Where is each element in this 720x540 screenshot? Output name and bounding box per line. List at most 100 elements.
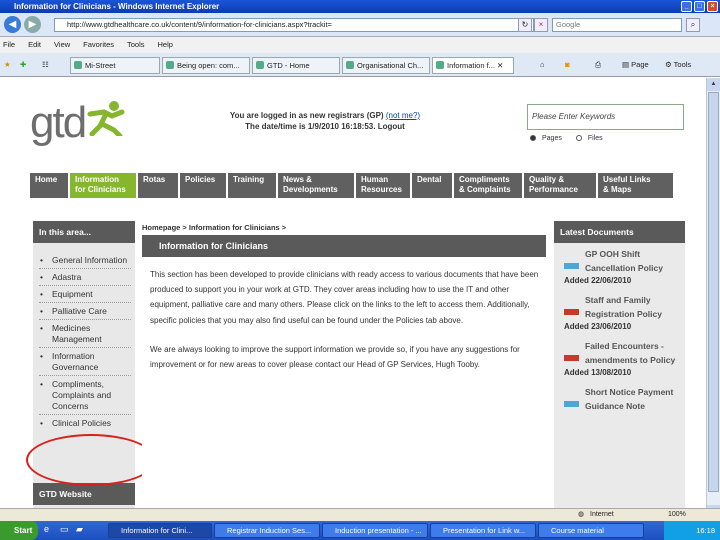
- status-bar: ◍ Internet 100%: [0, 508, 720, 521]
- browser-search-input[interactable]: Google: [552, 18, 682, 32]
- back-icon[interactable]: ◀: [4, 16, 21, 33]
- in-this-area-title: In this area...: [33, 221, 135, 243]
- menu-edit[interactable]: Edit: [28, 37, 41, 53]
- print-icon[interactable]: ⎙: [595, 58, 601, 72]
- document-item[interactable]: GP OOH Shift Cancellation Policy: [554, 243, 685, 275]
- globe-icon: ◍: [578, 511, 585, 518]
- system-tray-clock[interactable]: 16:18: [664, 521, 720, 540]
- taskbar: Start e ▭ ▰ Information for Clini... Reg…: [0, 521, 720, 540]
- login-info: You are logged in as new registrars (GP)…: [180, 110, 470, 132]
- maximize-button[interactable]: □: [694, 1, 705, 12]
- keyword-search-input[interactable]: Please Enter Keywords: [527, 104, 684, 130]
- address-bar: ◀ ▶ http://www.gtdhealthcare.co.uk/conte…: [0, 13, 720, 37]
- breadcrumb[interactable]: Homepage > Information for Clinicians >: [142, 223, 286, 232]
- browser-tab-information[interactable]: Information f... ✕: [432, 57, 514, 74]
- running-figure-icon: [87, 101, 125, 136]
- quicklaunch-ie-icon[interactable]: e: [44, 524, 49, 534]
- zone-text: Internet: [590, 511, 614, 518]
- radio-files[interactable]: Files: [575, 135, 609, 142]
- page-menu[interactable]: ▤ Page: [622, 58, 649, 72]
- web-page: gtd You are logged in as new registrars …: [0, 78, 720, 521]
- left-item-equipment[interactable]: Equipment: [39, 289, 131, 303]
- menu-favorites[interactable]: Favorites: [83, 37, 114, 53]
- document-icon: [564, 401, 579, 407]
- nav-human-resources[interactable]: Human Resources: [356, 173, 412, 198]
- main-body: This section has been developed to provi…: [142, 257, 546, 372]
- nav-useful-links-maps[interactable]: Useful Links & Maps: [598, 173, 673, 198]
- quicklaunch-desktop-icon[interactable]: ▭: [60, 524, 69, 535]
- menu-view[interactable]: View: [54, 37, 70, 53]
- refresh-icon[interactable]: ↻: [518, 18, 532, 32]
- search-scope: Pages Files: [530, 135, 615, 142]
- tab-list-icon[interactable]: ☷: [42, 58, 49, 72]
- login-text: You are logged in as new registrars (GP): [229, 111, 384, 120]
- browser-tab-gtd-home[interactable]: GTD - Home: [252, 57, 340, 74]
- nav-news-developments[interactable]: News & Developments: [278, 173, 356, 198]
- left-item-adastra[interactable]: Adastra: [39, 272, 131, 286]
- main-nav: Home Information for Clinicians Rotas Pol…: [30, 173, 673, 198]
- menu-file[interactable]: File: [3, 37, 15, 53]
- page-scrollbar[interactable]: ▲ ▼: [706, 78, 720, 518]
- zoom-level[interactable]: 100%: [668, 509, 686, 521]
- document-icon: [564, 263, 579, 269]
- in-this-area-list: General Information Adastra Equipment Pa…: [33, 243, 135, 431]
- task-course-material[interactable]: Course material: [538, 523, 644, 538]
- nav-information-for-clinicians[interactable]: Information for Clinicians: [70, 173, 138, 198]
- window-titlebar: Information for Clinicians - Windows Int…: [0, 0, 720, 13]
- search-icon[interactable]: ⌕: [686, 18, 700, 32]
- task-induction-presentation[interactable]: Induction presentation - ...: [322, 523, 428, 538]
- feeds-icon[interactable]: ◙: [565, 58, 570, 72]
- datetime-text: The date/time is 1/9/2010 16:18:53.: [245, 122, 376, 131]
- browser-tab-being-open[interactable]: Being open: com...: [162, 57, 250, 74]
- gtd-website-header[interactable]: GTD Website: [33, 483, 135, 505]
- scroll-up-icon[interactable]: ▲: [707, 78, 720, 91]
- nav-home[interactable]: Home: [30, 173, 70, 198]
- minimize-button[interactable]: _: [681, 1, 692, 12]
- left-item-palliative-care[interactable]: Palliative Care: [39, 306, 131, 320]
- gtd-logo[interactable]: gtd: [30, 98, 87, 148]
- menu-help[interactable]: Help: [158, 37, 173, 53]
- favorites-star-icon[interactable]: ★: [4, 58, 11, 72]
- nav-dental[interactable]: Dental: [412, 173, 454, 198]
- main-content: Information for Clinicians This section …: [142, 235, 546, 505]
- document-item[interactable]: Short Notice Payment Guidance Note: [554, 381, 685, 413]
- nav-training[interactable]: Training: [228, 173, 278, 198]
- document-item[interactable]: Failed Encounters - amendments to Policy: [554, 335, 685, 367]
- browser-tab-bar: ★ ✚ ☷ Mi-Street Being open: com... GTD -…: [0, 53, 720, 77]
- add-favorite-icon[interactable]: ✚: [20, 58, 26, 72]
- left-item-compliments-complaints[interactable]: Compliments, Complaints and Concerns: [39, 379, 131, 415]
- logout-link[interactable]: Logout: [378, 122, 405, 131]
- start-button[interactable]: Start: [0, 521, 38, 540]
- task-presentation-link[interactable]: Presentation for Link w...: [430, 523, 536, 538]
- left-item-general-information[interactable]: General Information: [39, 255, 131, 269]
- stop-icon[interactable]: ×: [534, 18, 548, 32]
- document-icon: [564, 355, 579, 361]
- nav-compliments-complaints[interactable]: Compliments & Complaints: [454, 173, 524, 198]
- scroll-thumb[interactable]: [708, 92, 719, 492]
- task-information-clinicians[interactable]: Information for Clini...: [108, 523, 212, 538]
- not-me-link[interactable]: (not me?): [386, 111, 420, 120]
- nav-rotas[interactable]: Rotas: [138, 173, 180, 198]
- left-item-information-governance[interactable]: Information Governance: [39, 351, 131, 376]
- browser-tab-organisational[interactable]: Organisational Ch...: [342, 57, 430, 74]
- browser-tab-mistreet[interactable]: Mi-Street: [70, 57, 160, 74]
- menu-tools[interactable]: Tools: [127, 37, 145, 53]
- document-added-date: Added 13/08/2010: [564, 368, 632, 377]
- close-button[interactable]: ×: [707, 1, 718, 12]
- nav-quality-performance[interactable]: Quality & Performance: [524, 173, 598, 198]
- window-title: Information for Clinicians - Windows Int…: [14, 2, 220, 11]
- tools-menu[interactable]: ⚙ Tools: [665, 58, 691, 72]
- document-added-date: Added 23/06/2010: [564, 322, 632, 331]
- home-icon[interactable]: ⌂: [540, 58, 545, 72]
- highlight-circle: [26, 434, 156, 486]
- task-registrar-induction[interactable]: Registrar Induction Ses...: [214, 523, 320, 538]
- url-input[interactable]: http://www.gtdhealthcare.co.uk/content/9…: [54, 18, 534, 32]
- quicklaunch-folder-icon[interactable]: ▰: [76, 524, 83, 535]
- document-icon: [564, 309, 579, 315]
- nav-policies[interactable]: Policies: [180, 173, 228, 198]
- document-item[interactable]: Staff and Family Registration Policy: [554, 289, 685, 321]
- forward-icon[interactable]: ▶: [24, 16, 41, 33]
- radio-pages[interactable]: Pages: [530, 135, 568, 142]
- left-item-medicines-management[interactable]: Medicines Management: [39, 323, 131, 348]
- left-item-clinical-policies[interactable]: Clinical Policies: [39, 418, 131, 431]
